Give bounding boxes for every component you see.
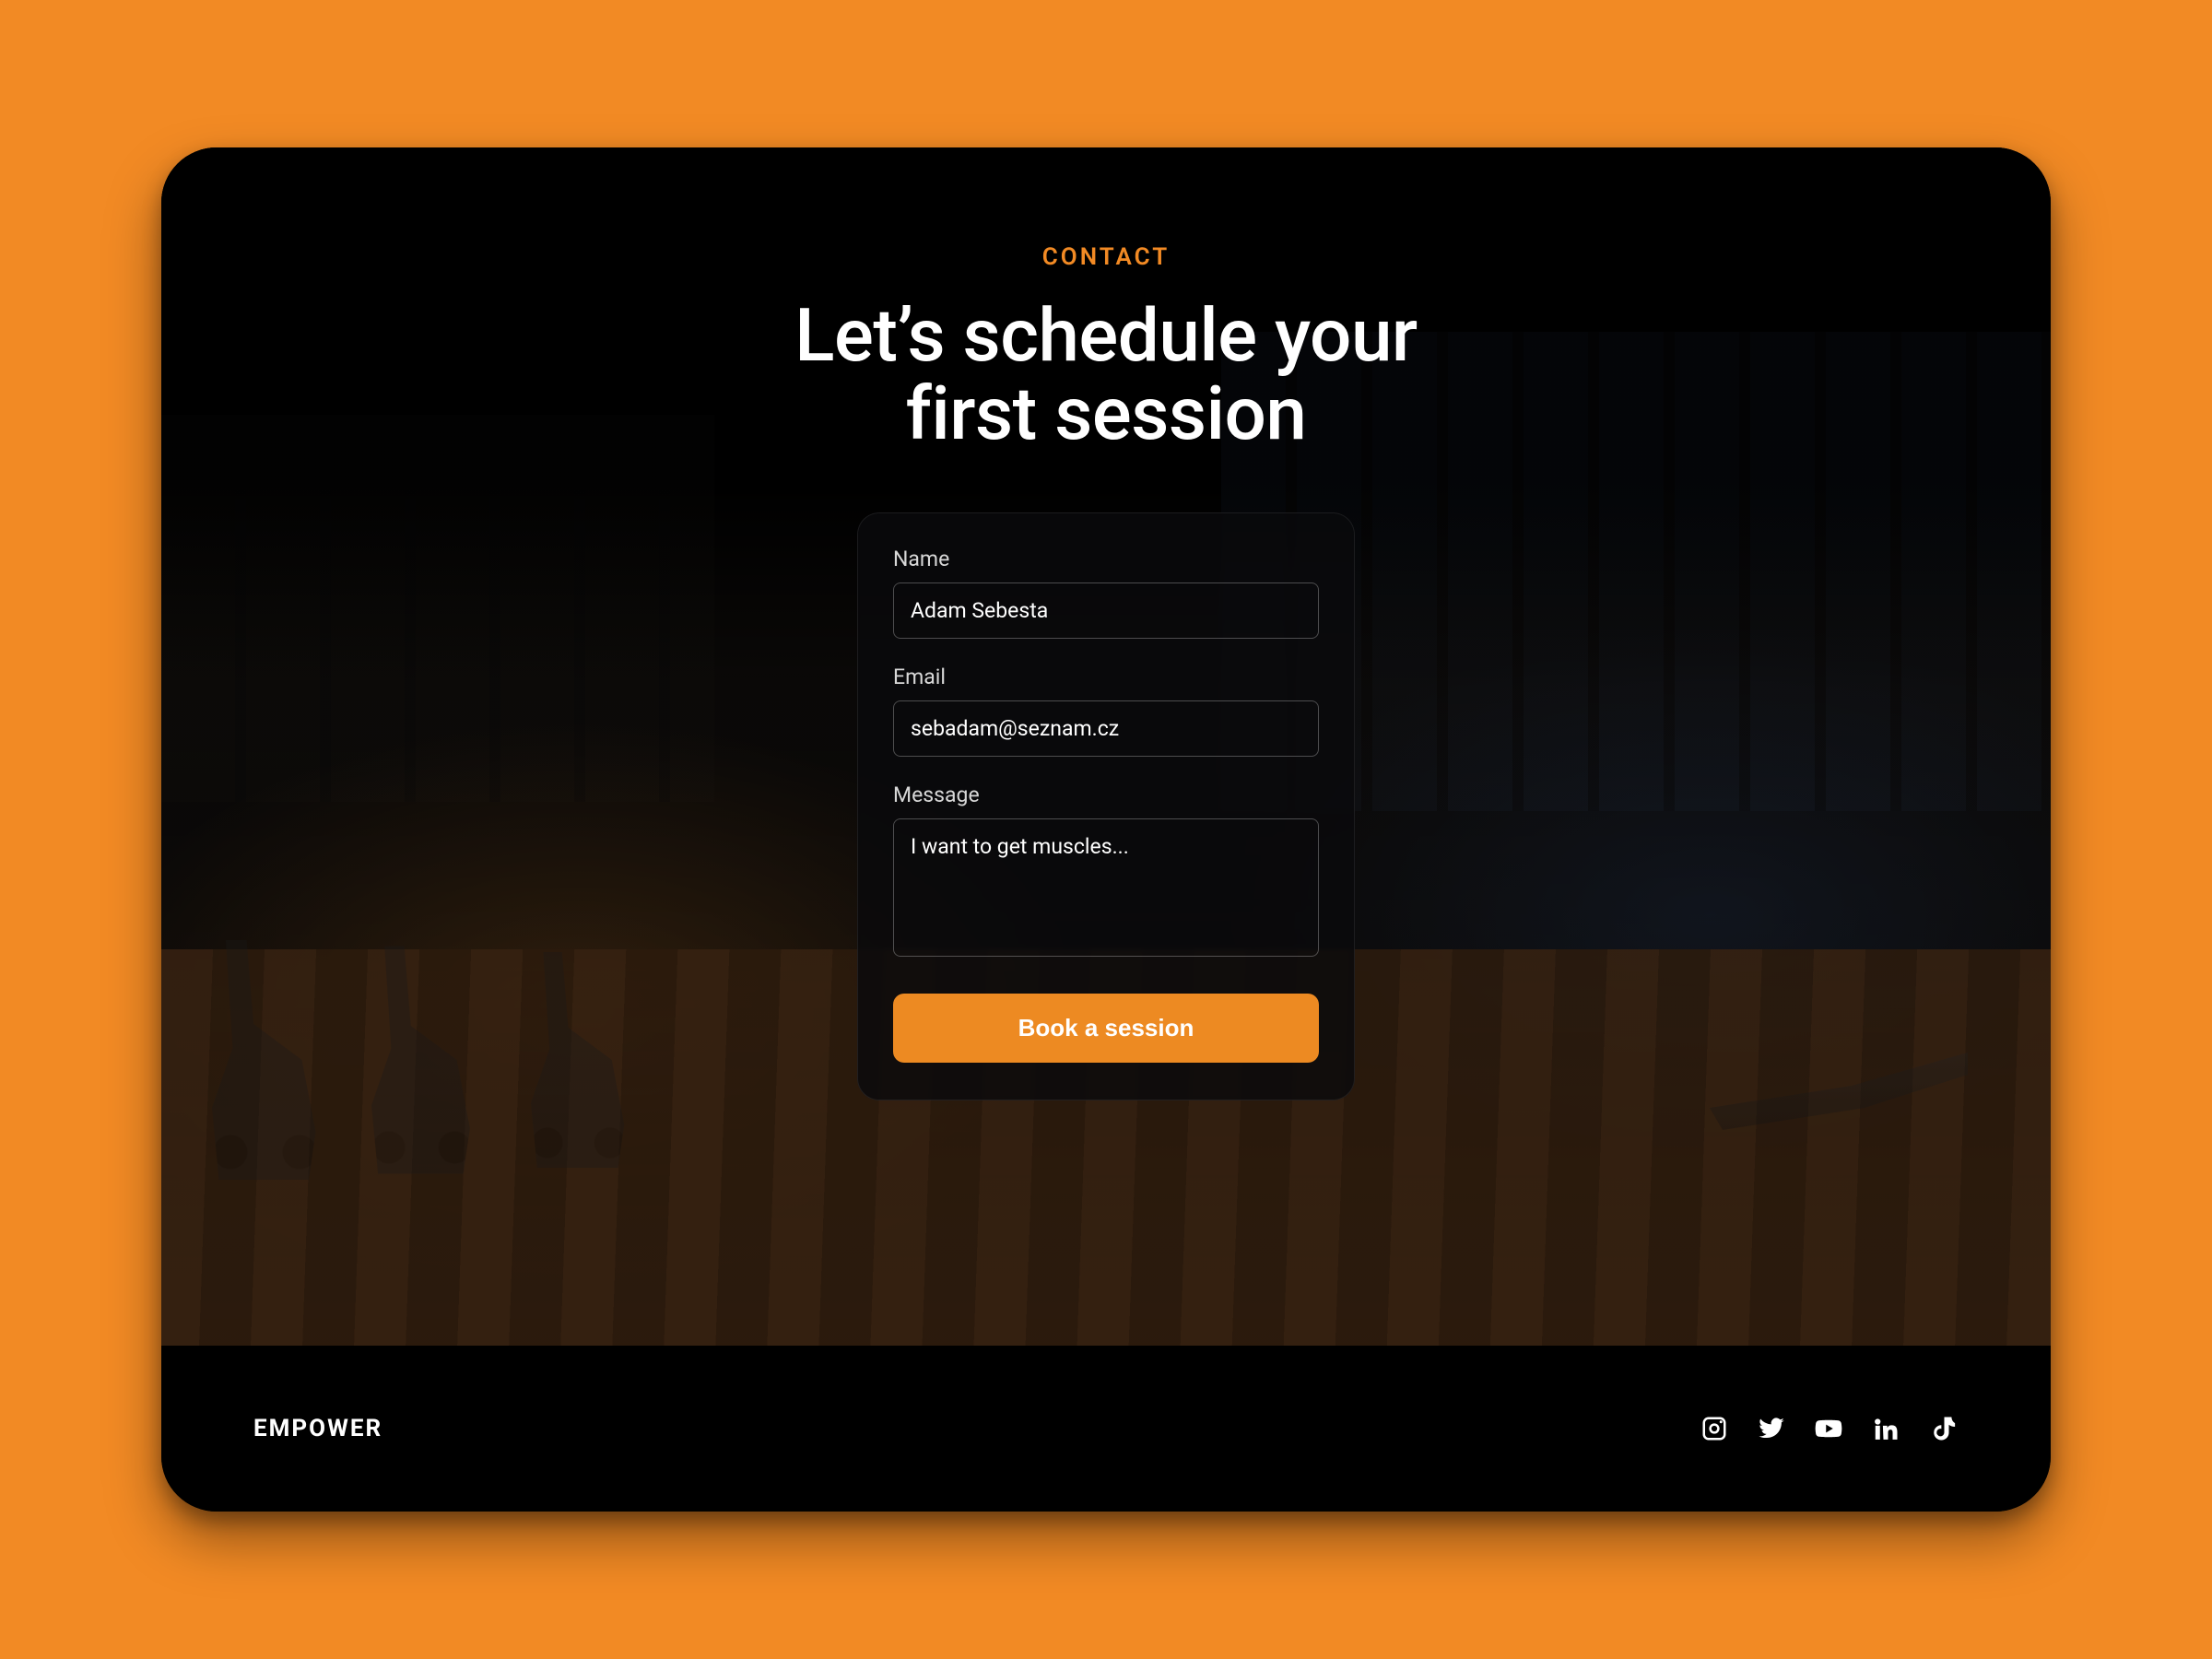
section-eyebrow: CONTACT xyxy=(1042,243,1170,271)
contact-hero: CONTACT Let’s schedule your first sessio… xyxy=(161,147,2051,1346)
email-field-group: Email xyxy=(893,665,1319,757)
bg-windows-left xyxy=(161,415,714,802)
name-label: Name xyxy=(893,547,1319,571)
email-label: Email xyxy=(893,665,1319,689)
app-window: CONTACT Let’s schedule your first sessio… xyxy=(161,147,2051,1512)
headline-line2: first session xyxy=(906,371,1307,457)
headline-line1: Let’s schedule your xyxy=(794,292,1417,379)
name-field-group: Name xyxy=(893,547,1319,639)
bg-equipment-left xyxy=(161,848,760,1235)
message-field-group: Message xyxy=(893,782,1319,960)
book-session-button[interactable]: Book a session xyxy=(893,994,1319,1063)
contact-form: Name Email Message Book a session xyxy=(857,512,1355,1100)
footer: EMPOWER xyxy=(161,1346,2051,1512)
youtube-icon[interactable] xyxy=(1813,1413,1844,1444)
message-label: Message xyxy=(893,782,1319,807)
brand-logo: EMPOWER xyxy=(253,1415,382,1442)
email-input[interactable] xyxy=(893,700,1319,757)
twitter-icon[interactable] xyxy=(1756,1413,1787,1444)
section-headline: Let’s schedule your first session xyxy=(794,297,1417,453)
bg-equipment-right xyxy=(1452,848,2051,1235)
social-links xyxy=(1699,1413,1959,1444)
tiktok-icon[interactable] xyxy=(1927,1413,1959,1444)
linkedin-icon[interactable] xyxy=(1870,1413,1901,1444)
name-input[interactable] xyxy=(893,582,1319,639)
message-textarea[interactable] xyxy=(893,818,1319,957)
instagram-icon[interactable] xyxy=(1699,1413,1730,1444)
